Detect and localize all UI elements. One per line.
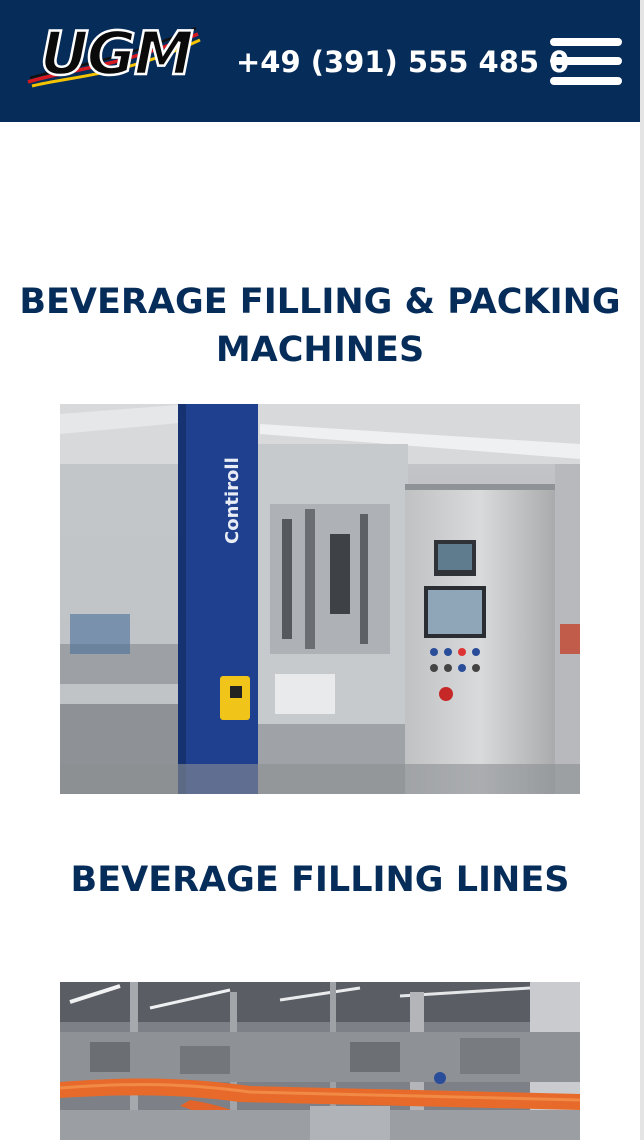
filling-packing-machine-photo[interactable]: Contiroll <box>60 404 580 794</box>
logo-text: UGM <box>40 19 193 89</box>
hamburger-menu-icon[interactable] <box>550 38 622 86</box>
contiroll-label: Contiroll <box>222 457 243 544</box>
phone-link[interactable]: +49 (391) 555 485 0 <box>236 44 569 80</box>
section-title-filling-packing: BEVERAGE FILLING & PACKING MACHINES <box>19 282 621 370</box>
site-header: UGM +49 (391) 555 485 0 <box>0 0 640 122</box>
scrollbar-track[interactable] <box>640 0 644 1140</box>
ugm-logo-mark: UGM <box>27 18 201 90</box>
filling-line-photo[interactable] <box>60 982 580 1140</box>
section-title-filling-lines: BEVERAGE FILLING LINES <box>70 860 570 900</box>
hamburger-line-top <box>550 38 622 46</box>
filling-line-image <box>60 982 580 1140</box>
hamburger-line-bottom <box>550 77 622 85</box>
machine-image: Contiroll <box>60 404 580 794</box>
hamburger-line-middle <box>550 57 622 65</box>
ugm-logo[interactable]: UGM <box>26 10 204 96</box>
